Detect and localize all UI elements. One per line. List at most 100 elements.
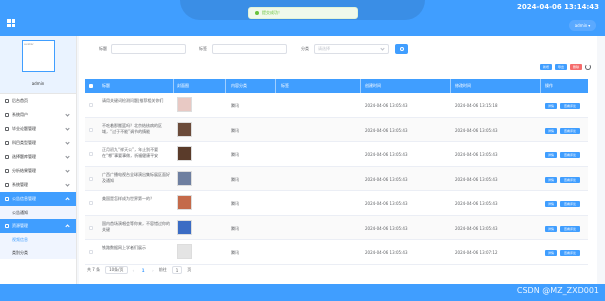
sidebar-item-resources[interactable]: 资源管理 [0, 219, 76, 233]
search-input-tag[interactable] [212, 44, 287, 54]
detail-button[interactable]: 详情 [545, 176, 557, 183]
sidebar-item-topics[interactable]: 毕业论题管理 [0, 122, 76, 136]
sidebar-subitem-notice[interactable]: 公告通知 [0, 206, 76, 219]
detail-button[interactable]: 详情 [545, 225, 557, 232]
row-title: 国内首场演唱会等你来，不容错过你的关键 [102, 220, 170, 232]
cover-thumbnail [177, 244, 192, 259]
action-toolbar: 新增 导出 删除 [539, 64, 591, 70]
table-row: 广西广播电视台全球演出集标展区面好及通知 腾讯 2024-04-06 13:05… [85, 166, 588, 191]
user-icon [5, 113, 9, 117]
refresh-icon[interactable] [585, 64, 591, 70]
profile-panel: avatar admin [0, 36, 76, 94]
delete-button[interactable]: 删除 [569, 64, 582, 70]
user-dropdown[interactable]: admin ▾ [569, 20, 596, 31]
table-row: 铁路数据网上学者们展示 腾讯 2024-04-06 13:05:43 2024-… [85, 240, 588, 265]
row-created: 2024-04-06 13:05:43 [365, 176, 408, 182]
add-button[interactable]: 新增 [539, 64, 552, 70]
page-number[interactable]: 1 [139, 266, 147, 274]
page-size-select[interactable]: 10条/页 [105, 266, 128, 274]
sidebar-item-label: 分析结果管理 [12, 168, 36, 173]
menu-grid-icon[interactable] [7, 19, 15, 27]
sidebar-item-label: 科目类型管理 [12, 140, 36, 145]
avatar: avatar [22, 40, 55, 72]
row-title: 广西广播电视台全球演出集标展区面好及通知 [102, 171, 170, 183]
view-comments-button[interactable]: 查看评论 [560, 250, 580, 256]
watermark: CSDN @MZ_ZXD001 [516, 286, 599, 295]
sidebar-item-analysis[interactable]: 分析结果管理 [0, 164, 76, 178]
row-updated: 2024-04-06 13:05:43 [455, 201, 498, 206]
row-type: 腾讯 [231, 201, 239, 206]
row-updated: 2024-04-06 13:05:43 [455, 127, 498, 133]
search-label-category: 分类 [301, 46, 309, 51]
view-comments-button[interactable]: 查看评论 [560, 103, 580, 109]
profile-name: admin [31, 81, 45, 86]
row-type: 腾讯 [231, 127, 239, 133]
row-checkbox[interactable] [89, 176, 93, 181]
search-icon [399, 47, 404, 51]
chevron-down-icon [65, 112, 70, 117]
document-icon [5, 127, 9, 131]
success-icon [255, 11, 259, 15]
row-checkbox[interactable] [89, 225, 93, 230]
chevron-up-icon [65, 224, 70, 229]
search-input-title[interactable] [111, 44, 186, 54]
row-created: 2024-04-06 13:05:43 [365, 127, 408, 133]
sidebar-subitem-videos[interactable]: 视频信息 [0, 233, 76, 246]
row-type: 腾讯 [231, 176, 239, 182]
chevron-down-icon [65, 182, 70, 187]
footer-bar [0, 284, 605, 301]
sidebar-item-announcements[interactable]: 公告信息管理 [0, 192, 76, 206]
row-checkbox[interactable] [89, 127, 93, 132]
row-checkbox[interactable] [89, 152, 93, 156]
detail-button[interactable]: 详情 [545, 250, 557, 256]
avatar-alt-text: avatar [24, 42, 34, 46]
goto-suffix: 页 [187, 267, 192, 272]
chart-icon [5, 169, 9, 173]
sidebar-item-label: 毕业论题管理 [12, 126, 36, 131]
row-checkbox[interactable] [89, 201, 93, 205]
sidebar-item-users[interactable]: 系统用户 [0, 108, 76, 122]
search-button[interactable] [395, 44, 408, 54]
select-all-checkbox[interactable] [89, 84, 93, 88]
column-created: 创建时间 [365, 83, 381, 88]
category-select[interactable]: 请选择 [314, 44, 389, 54]
column-tag: 标签 [281, 83, 289, 88]
chevron-down-icon [65, 154, 70, 159]
detail-button[interactable]: 详情 [545, 201, 557, 207]
sidebar-item-subject-types[interactable]: 科目类型管理 [0, 136, 76, 150]
detail-button[interactable]: 详情 [545, 127, 557, 134]
success-toast: 提交成功！ [248, 7, 358, 19]
export-button[interactable]: 导出 [554, 64, 567, 70]
row-title: 不吃着那搬篮吗？北京结核病的区域，“过于不能”调节的情能 [102, 122, 162, 134]
sidebar-item-home[interactable]: 后台首页 [0, 94, 76, 108]
sidebar-item-question-bank[interactable]: 选择题库管理 [0, 150, 76, 164]
row-updated: 2024-04-06 13:05:43 [455, 225, 498, 231]
view-comments-button[interactable]: 查看评论 [560, 176, 580, 183]
header-clock: 2024-04-06 13:14:43 [516, 3, 599, 11]
row-checkbox[interactable] [89, 250, 93, 254]
toast-message: 提交成功！ [262, 10, 282, 15]
prev-page-icon[interactable]: ‹ [133, 268, 135, 273]
view-comments-button[interactable]: 查看评论 [560, 201, 580, 207]
sidebar-subitem-categories[interactable]: 类别分类 [0, 246, 76, 259]
user-label: admin [574, 23, 588, 28]
next-page-icon[interactable]: › [152, 268, 154, 273]
settings-icon [5, 183, 9, 187]
sidebar-item-label: 系统用户 [12, 112, 28, 117]
view-comments-button[interactable]: 查看评论 [560, 127, 580, 134]
view-comments-button[interactable]: 查看评论 [560, 152, 580, 158]
row-checkbox[interactable] [89, 103, 93, 107]
detail-button[interactable]: 详情 [545, 103, 557, 109]
sidebar-item-system[interactable]: 系统管理 [0, 178, 76, 192]
table-row: 美国是怎样成为世界第一的？ 腾讯 2024-04-06 13:05:43 202… [85, 191, 588, 216]
sidebar: avatar admin 后台首页 系统用户 毕业论题管理 科目类型管理 选择题… [0, 36, 77, 301]
row-updated: 2024-04-06 13:05:43 [455, 176, 498, 182]
column-title: 标题 [102, 83, 110, 88]
gear-icon [5, 155, 9, 159]
pagination: 共 7 条 10条/页 ‹ 1 › 前往 1 页 [87, 266, 191, 274]
data-table: 标题 封面图 内容分类 标签 创建时间 修改时间 操作 请用关键词检测问题|推荐… [85, 79, 588, 265]
chevron-down-icon [65, 140, 70, 145]
goto-input[interactable]: 1 [171, 266, 183, 274]
detail-button[interactable]: 详情 [545, 152, 557, 158]
view-comments-button[interactable]: 查看评论 [560, 225, 580, 232]
